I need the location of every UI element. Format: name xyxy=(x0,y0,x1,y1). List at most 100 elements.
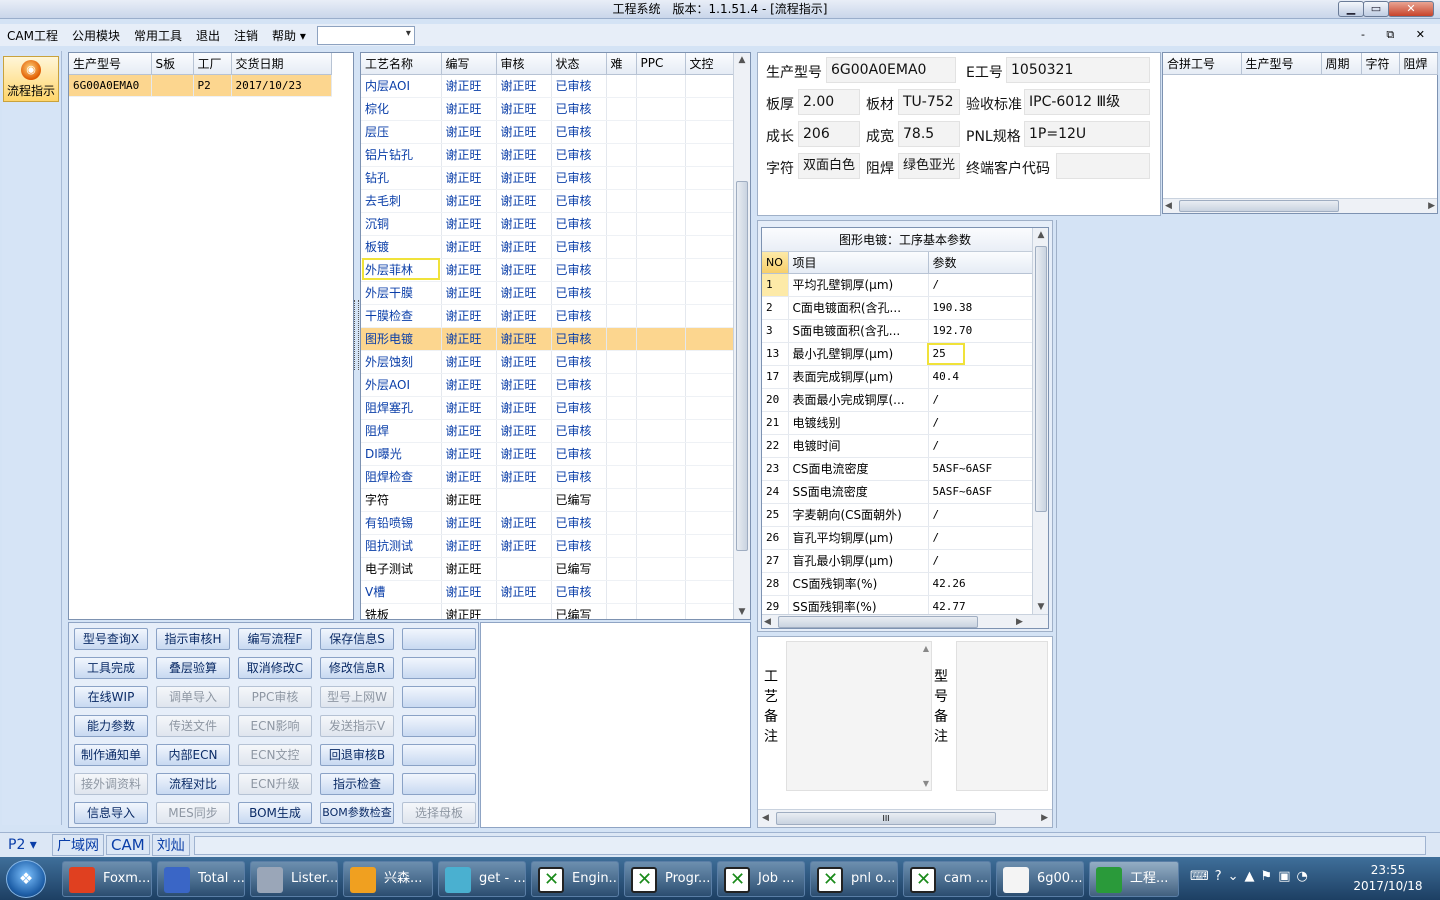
col-header-merge-model[interactable]: 生产型号 xyxy=(1241,53,1322,75)
col-header-ppc[interactable]: PPC xyxy=(636,53,686,75)
table-row[interactable]: 20 表面最小完成铜厚(... / xyxy=(762,388,1033,412)
table-row[interactable]: 铣板 谢正旺 已编写 xyxy=(361,603,734,619)
action-button[interactable]: 型号查询X xyxy=(74,628,148,650)
taskbar-app-button[interactable]: 兴森... xyxy=(343,861,433,897)
action-button[interactable]: 工具完成 xyxy=(74,657,148,679)
scroll-left-icon[interactable]: ◀ xyxy=(1165,201,1172,211)
splitter-handle[interactable] xyxy=(354,300,359,370)
table-row[interactable]: 去毛刺 谢正旺 谢正旺 已审核 xyxy=(361,189,734,213)
action-button[interactable]: 信息导入 xyxy=(74,802,148,824)
col-header-no[interactable]: NO xyxy=(762,252,789,274)
table-row[interactable]: 铝片钻孔 谢正旺 谢正旺 已审核 xyxy=(361,143,734,167)
scroll-down-icon[interactable]: ▼ xyxy=(1033,602,1048,612)
table-row[interactable]: 沉铜 谢正旺 谢正旺 已审核 xyxy=(361,212,734,236)
remarks-hscrollbar[interactable]: ◀ III ▶ xyxy=(758,809,1052,827)
table-row[interactable]: 28 CS面残铜率(%) 42.26 xyxy=(762,572,1033,596)
scroll-thumb[interactable] xyxy=(736,181,748,551)
table-row[interactable]: 26 盲孔平均铜厚(μm) / xyxy=(762,526,1033,550)
scroll-thumb[interactable] xyxy=(1035,246,1047,512)
col-header-difficulty[interactable]: 难 xyxy=(606,53,637,75)
table-row[interactable]: 外层干膜 谢正旺 谢正旺 已审核 xyxy=(361,281,734,305)
action-button[interactable]: 在线WIP xyxy=(74,686,148,708)
process-scrollbar[interactable]: ▲ ▼ xyxy=(733,53,750,619)
action-button[interactable]: 调单导入 xyxy=(156,686,230,708)
action-button[interactable]: 型号上网W xyxy=(320,686,394,708)
scroll-down-icon[interactable]: ▼ xyxy=(734,607,750,617)
action-button[interactable]: 修改信息R xyxy=(320,657,394,679)
col-header-doc-control[interactable]: 文控 xyxy=(685,53,734,75)
col-header-delivery-date[interactable]: 交货日期 xyxy=(231,53,332,75)
table-row[interactable]: V槽 谢正旺 谢正旺 已审核 xyxy=(361,580,734,604)
flow-instruction-button[interactable]: ◉ 流程指示 xyxy=(3,56,59,102)
tray-icons[interactable]: ⌨?⌄▲⚑▣◔ xyxy=(1190,869,1314,884)
action-button[interactable]: MES同步 xyxy=(156,802,230,824)
close-button[interactable]: ✕ xyxy=(1388,1,1434,17)
factory-combo[interactable]: P2 ▾ xyxy=(0,837,48,853)
col-header-model[interactable]: 生产型号 xyxy=(69,53,152,75)
table-row[interactable]: 字符 谢正旺 已编写 xyxy=(361,488,734,512)
table-row[interactable]: 1 平均孔壁铜厚(μm) / xyxy=(762,273,1033,297)
scroll-up-icon[interactable]: ▲ xyxy=(734,55,750,65)
taskbar-app-button[interactable]: Job ... xyxy=(717,861,805,897)
action-button[interactable] xyxy=(402,773,476,795)
col-header-factory[interactable]: 工厂 xyxy=(193,53,232,75)
table-row[interactable]: 24 SS面电流密度 5ASF~6ASF xyxy=(762,480,1033,504)
col-header-merge-period[interactable]: 周期 xyxy=(1321,53,1362,75)
table-row[interactable]: 电子测试 谢正旺 已编写 xyxy=(361,557,734,581)
action-button[interactable]: ECN文控 xyxy=(238,744,312,766)
table-row[interactable]: 27 盲孔最小铜厚(μm) / xyxy=(762,549,1033,573)
table-row[interactable]: 13 最小孔壁铜厚(μm) 25 xyxy=(762,342,1033,366)
col-header-status[interactable]: 状态 xyxy=(551,53,607,75)
mdi-window-controls[interactable]: - ⧉ ✕ xyxy=(1361,28,1434,42)
table-row[interactable]: 板镀 谢正旺 谢正旺 已审核 xyxy=(361,235,734,259)
minimize-button[interactable]: ▁ xyxy=(1338,1,1364,17)
table-row[interactable]: 内层AOI 谢正旺 谢正旺 已审核 xyxy=(361,74,734,98)
action-button[interactable] xyxy=(402,628,476,650)
scroll-left-icon[interactable]: ◀ xyxy=(762,813,769,823)
table-row[interactable]: 阻焊检查 谢正旺 谢正旺 已审核 xyxy=(361,465,734,489)
action-button[interactable]: 叠层验算 xyxy=(156,657,230,679)
action-button[interactable]: 发送指示V xyxy=(320,715,394,737)
start-button[interactable]: ❖ xyxy=(6,860,46,898)
action-button[interactable]: BOM生成 xyxy=(238,802,312,824)
action-button[interactable]: 内部ECN xyxy=(156,744,230,766)
menu-combo-select[interactable] xyxy=(316,25,415,45)
action-button[interactable]: 指示审核H xyxy=(156,628,230,650)
menu-common-modules[interactable]: 公用模块 xyxy=(65,27,127,44)
menu-logout[interactable]: 注销 xyxy=(227,27,265,44)
process-remark-field[interactable]: ▲ ▼ xyxy=(786,641,932,791)
col-header-item[interactable]: 项目 xyxy=(788,252,929,274)
col-header-merge-mask[interactable]: 阻焊 xyxy=(1399,53,1438,75)
scroll-down-icon[interactable]: ▼ xyxy=(923,779,929,788)
table-row[interactable]: 钻孔 谢正旺 谢正旺 已审核 xyxy=(361,166,734,190)
table-row[interactable]: 6G00A0EMA0 P2 2017/10/23 xyxy=(69,74,332,97)
col-header-merge-no[interactable]: 合拼工号 xyxy=(1163,53,1242,75)
col-header-process-name[interactable]: 工艺名称 xyxy=(361,53,442,75)
table-row[interactable]: 棕化 谢正旺 谢正旺 已审核 xyxy=(361,97,734,121)
table-row[interactable]: 21 电镀线别 / xyxy=(762,411,1033,435)
scroll-up-icon[interactable]: ▲ xyxy=(923,644,929,653)
tray-clock[interactable]: 23:55 2017/10/18 xyxy=(1346,862,1430,894)
menu-exit[interactable]: 退出 xyxy=(189,27,227,44)
table-row[interactable]: 2 C面电镀面积(含孔... 190.38 xyxy=(762,296,1033,320)
taskbar-app-button[interactable]: Progr... xyxy=(624,861,712,897)
table-row[interactable]: 22 电镀时间 / xyxy=(762,434,1033,458)
scroll-right-icon[interactable]: ▶ xyxy=(1041,813,1048,823)
action-button[interactable] xyxy=(402,744,476,766)
table-row[interactable]: 外层蚀刻 谢正旺 谢正旺 已审核 xyxy=(361,350,734,374)
action-button[interactable]: ECN升级 xyxy=(238,773,312,795)
action-button[interactable]: PPC审核 xyxy=(238,686,312,708)
table-row[interactable]: 23 CS面电流密度 5ASF~6ASF xyxy=(762,457,1033,481)
scroll-left-icon[interactable]: ◀ xyxy=(764,617,771,627)
action-button[interactable]: 能力参数 xyxy=(74,715,148,737)
table-row[interactable]: 阻焊 谢正旺 谢正旺 已审核 xyxy=(361,419,734,443)
action-button[interactable]: 回退审核B xyxy=(320,744,394,766)
taskbar-app-button[interactable]: cam ... xyxy=(903,861,991,897)
taskbar-app-button[interactable]: Engin... xyxy=(531,861,619,897)
col-header-writer[interactable]: 编写 xyxy=(441,53,497,75)
table-row[interactable]: 17 表面完成铜厚(μm) 40.4 xyxy=(762,365,1033,389)
action-button[interactable]: 取消修改C xyxy=(238,657,312,679)
scroll-right-icon[interactable]: ▶ xyxy=(1016,617,1023,627)
action-button[interactable]: 选择母板 xyxy=(402,802,476,824)
action-button[interactable]: 接外调资料 xyxy=(74,773,148,795)
